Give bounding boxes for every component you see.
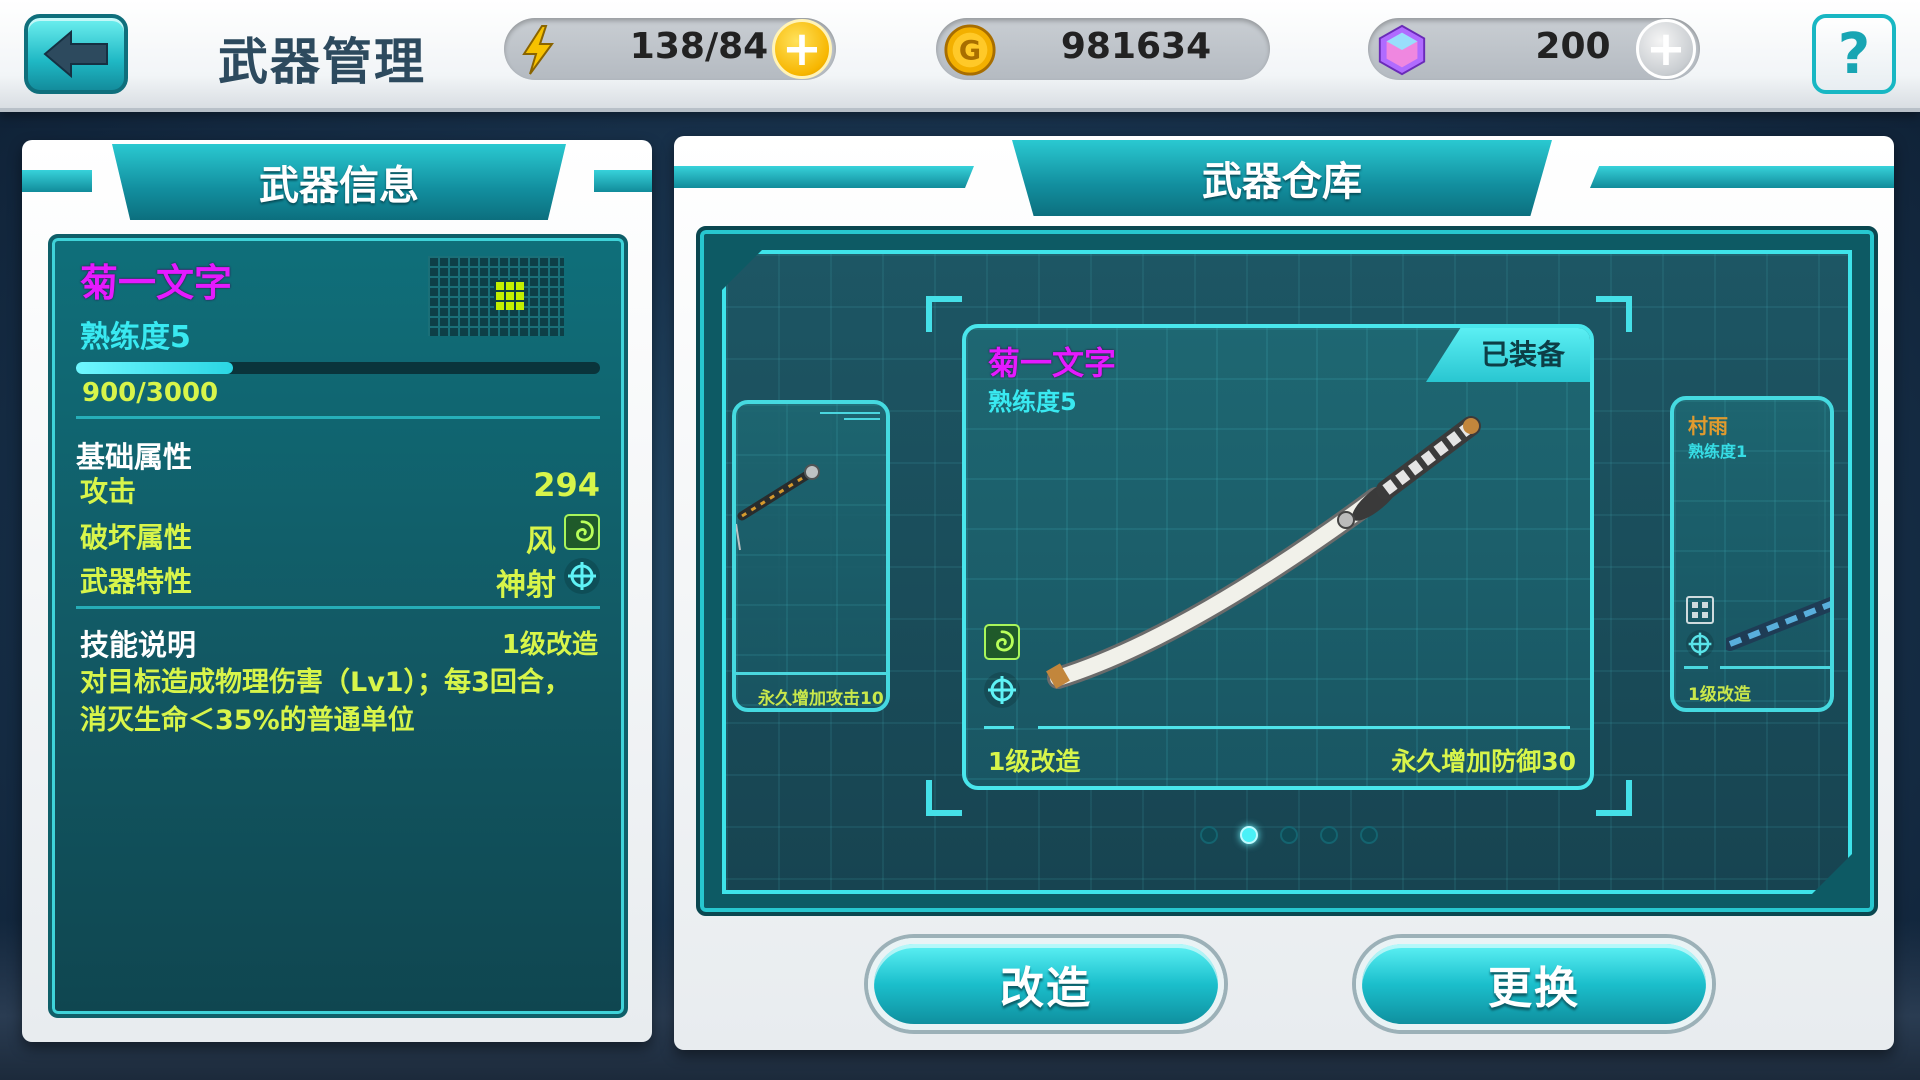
katana-sprite — [1046, 416, 1481, 689]
skill-description: 对目标造成物理伤害（Lv1）；每3回合， 消灭生命＜35%的普通单位 — [80, 664, 610, 740]
weapon-card-prev[interactable]: 永久增加攻击10 — [732, 400, 890, 712]
selection-bracket — [1596, 780, 1632, 816]
weapon-sprite-next — [1726, 596, 1830, 651]
card-divider — [1684, 666, 1708, 669]
selection-bracket — [926, 780, 962, 816]
replace-button[interactable]: 更换 — [1356, 938, 1712, 1030]
divider — [76, 606, 600, 609]
skill-title: 技能说明 — [80, 628, 197, 662]
wind-element-icon — [984, 624, 1020, 660]
pagination-dot[interactable] — [1360, 826, 1378, 844]
weapon-info-title: 武器信息 — [259, 163, 419, 209]
skill-level: 1级改造 — [501, 630, 598, 660]
lightning-icon — [510, 22, 566, 78]
prev-card-bonus: 永久增加攻击10 — [758, 689, 884, 709]
selection-bracket — [926, 296, 962, 332]
gem-counter: 200 + — [1368, 18, 1700, 80]
header-wing-left — [674, 166, 974, 188]
energy-value: 138/84 — [629, 26, 769, 67]
header-wing-right — [594, 170, 652, 192]
card-deco-line — [820, 412, 880, 414]
card-divider — [1720, 666, 1830, 669]
energy-counter: 138/84 + — [504, 18, 836, 80]
top-bar: 武器管理 138/84 + G 981634 200 + ? — [0, 0, 1920, 112]
card-divider — [736, 672, 886, 675]
pagination-dot[interactable] — [1280, 826, 1298, 844]
selection-bracket — [1596, 296, 1632, 332]
card-deco-line — [844, 418, 880, 420]
next-card-name: 村雨 — [1688, 414, 1728, 438]
modify-button[interactable]: 改造 — [868, 938, 1224, 1030]
attr-label-trait: 武器特性 — [80, 565, 193, 598]
attr-value-trait: 神射 — [496, 568, 556, 603]
next-card-upgrade: 1级改造 — [1688, 685, 1751, 705]
warehouse-header: 武器仓库 — [1012, 140, 1552, 216]
card-divider — [984, 726, 1014, 729]
exp-progress-bar — [76, 362, 600, 374]
range-cell — [494, 280, 524, 310]
crosshair-icon — [564, 558, 600, 594]
help-button[interactable]: ? — [1812, 14, 1896, 94]
equipped-badge: 已装备 — [1426, 328, 1590, 382]
attr-label-element: 破坏属性 — [80, 521, 193, 554]
card-upgrade-level: 1级改造 — [988, 747, 1081, 776]
svg-text:G: G — [959, 36, 981, 67]
weapon-info-header: 武器信息 — [112, 144, 566, 220]
header-wing-right — [1590, 166, 1894, 188]
weapon-range-grid — [428, 256, 564, 336]
wind-element-icon — [564, 514, 600, 550]
card-divider — [1038, 726, 1570, 729]
add-gem-button[interactable]: + — [1636, 19, 1696, 79]
pagination-dot[interactable] — [1240, 826, 1258, 844]
crosshair-icon — [1686, 630, 1714, 658]
exp-text: 900/3000 — [82, 378, 219, 408]
attr-value-attack: 294 — [533, 466, 600, 504]
weapon-sprite-prev — [736, 464, 820, 551]
attr-value-element: 风 — [526, 524, 556, 559]
crystal-icon — [1374, 22, 1430, 78]
modify-button-label: 改造 — [1000, 963, 1092, 1014]
weapon-card-next[interactable]: 村雨 熟练度1 1级改造 — [1670, 396, 1834, 712]
back-button[interactable] — [24, 14, 128, 94]
card-bonus: 永久增加防御30 — [1391, 747, 1576, 776]
add-energy-button[interactable]: + — [772, 19, 832, 79]
back-arrow-icon — [43, 29, 108, 79]
gold-value: 981634 — [1060, 26, 1212, 67]
page-title: 武器管理 — [218, 33, 426, 91]
weapon-info-box: 菊一文字 熟练度5 900/3000 基础属性 攻击 294 破坏属性 风 武器… — [48, 234, 628, 1018]
gem-value: 200 — [1535, 26, 1611, 67]
carousel-pagination — [1200, 826, 1378, 844]
crosshair-icon — [984, 672, 1020, 708]
pagination-dot[interactable] — [1200, 826, 1218, 844]
gold-coin-icon: G — [942, 22, 998, 78]
attr-label-attack: 攻击 — [80, 475, 137, 508]
header-wing-left — [22, 170, 92, 192]
skill-desc-line2: 消灭生命＜35%的普通单位 — [80, 705, 415, 736]
skill-desc-line1: 对目标造成物理伤害（Lv1）；每3回合， — [80, 667, 571, 698]
weapon-proficiency: 熟练度5 — [80, 320, 191, 355]
replace-button-label: 更换 — [1488, 963, 1580, 1014]
exp-progress-fill — [76, 362, 234, 374]
warehouse-title: 武器仓库 — [1202, 159, 1362, 205]
next-card-proficiency: 熟练度1 — [1688, 442, 1748, 461]
weapon-name: 菊一文字 — [80, 261, 233, 305]
weapon-card-selected[interactable]: 菊一文字 熟练度5 已装备 1级改造 永久增加防御30 — [962, 324, 1594, 790]
divider — [76, 416, 600, 419]
target-grid-icon — [1686, 596, 1714, 624]
pagination-dot[interactable] — [1320, 826, 1338, 844]
card-weapon-name: 菊一文字 — [988, 344, 1117, 382]
gold-counter: G 981634 — [936, 18, 1270, 80]
